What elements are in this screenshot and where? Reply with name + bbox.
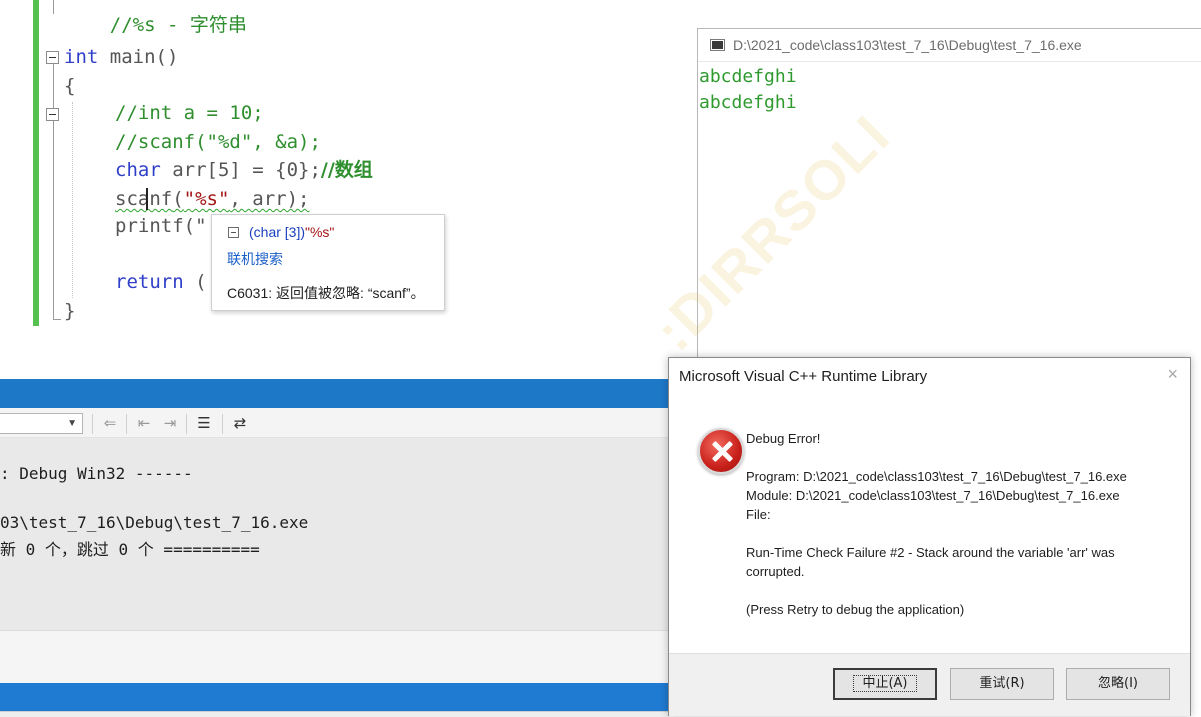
fold-guide-end [53,308,61,320]
toolbar-separator [186,414,187,434]
output-toolbar: ▼ ⇐ ⇤ ⇥ ☰ ⇄ [0,408,670,438]
toggle-word-wrap-icon[interactable]: ⇄ [230,414,250,434]
retry-button[interactable]: 重试(R) [950,668,1054,700]
text-cursor [146,188,148,210]
error-heading: Debug Error! [746,431,821,446]
chevron-down-icon: ▼ [67,418,77,429]
clear-all-icon[interactable]: ☰ [194,414,214,434]
toolbar-separator [92,414,93,434]
console-app-icon [710,39,725,51]
collapse-main-icon[interactable] [46,51,59,64]
error-file: File: [746,507,771,522]
bottom-tab-strip [0,711,670,717]
ignore-button[interactable]: 忽略(I) [1066,668,1170,700]
signature-string: "%s" [305,224,335,240]
console-output-line: abcdefghi [699,92,797,113]
fold-guide-line [53,0,54,14]
warning-message: C6031: 返回值被忽略: “scanf”。 [227,285,425,301]
dialog-title: Microsoft Visual C++ Runtime Library [679,368,928,385]
panel-lower-area [0,630,670,683]
toolbar-separator [222,414,223,434]
output-source-dropdown[interactable]: ▼ [0,413,83,434]
collapse-comment-icon[interactable] [46,108,59,121]
error-module-path: Module: D:\2021_code\class103\test_7_16\… [746,488,1120,503]
parameter-icon [228,226,239,238]
code-line-close-brace: } [64,300,76,322]
find-next-icon[interactable]: ⇥ [160,414,180,434]
output-panel-header [0,379,670,408]
console-output-line: abcdefghi [699,66,797,87]
code-line-scanf: scanf("%s", arr); [115,188,310,210]
code-line-declaration: char arr[5] = {0};//数组 [115,159,373,181]
code-editor[interactable]: //%s - 字符串 int main() { //int a = 10; //… [0,0,700,380]
close-icon[interactable]: × [1167,364,1178,385]
console-title-bar[interactable]: D:\2021_code\class103\test_7_16\Debug\te… [698,29,1201,62]
code-line-comment-1: //int a = 10; [115,102,264,124]
status-bar [0,683,670,711]
error-message-line-1: Run-Time Check Failure #2 - Stack around… [746,545,1115,560]
error-program-path: Program: D:\2021_code\class103\test_7_16… [746,469,1127,484]
code-line-main: int main() [64,46,179,68]
find-previous-icon[interactable]: ⇤ [134,414,154,434]
output-line: : Debug Win32 ------ [0,464,193,483]
code-line-open-brace: { [64,75,76,97]
online-search-link[interactable]: 联机搜索 [227,249,283,269]
code-line-printf: printf(" [115,215,207,237]
go-to-previous-message-icon[interactable]: ⇐ [100,414,120,434]
abort-button[interactable]: 中止(A) [833,668,937,700]
fold-guide-line [53,64,54,308]
dialog-button-bar: 中止(A) 重试(R) 忽略(I) [669,653,1190,716]
runtime-error-dialog[interactable]: Microsoft Visual C++ Runtime Library × D… [668,357,1191,716]
error-hint: (Press Retry to debug the application) [746,602,965,617]
indent-guide [72,102,73,298]
console-title: D:\2021_code\class103\test_7_16\Debug\te… [733,37,1082,53]
tooltip-signature: (char [3])"%s" [228,224,334,240]
change-indicator-bar [33,0,39,326]
error-icon [698,428,744,474]
error-message-line-2: corrupted. [746,564,805,579]
code-line-comment-2: //scanf("%d", &a); [115,131,321,153]
code-line-return: return ( [115,271,207,293]
output-line: 新 0 个，跳过 0 个 ========== [0,540,260,559]
toolbar-separator [126,414,127,434]
output-line: 03\test_7_16\Debug\test_7_16.exe [0,513,309,532]
quick-info-tooltip: (char [3])"%s" 联机搜索 C6031: 返回值被忽略: “scan… [211,214,445,311]
build-output-text[interactable]: : Debug Win32 ------ 03\test_7_16\Debug\… [0,438,670,630]
signature-type: (char [3]) [249,224,306,240]
